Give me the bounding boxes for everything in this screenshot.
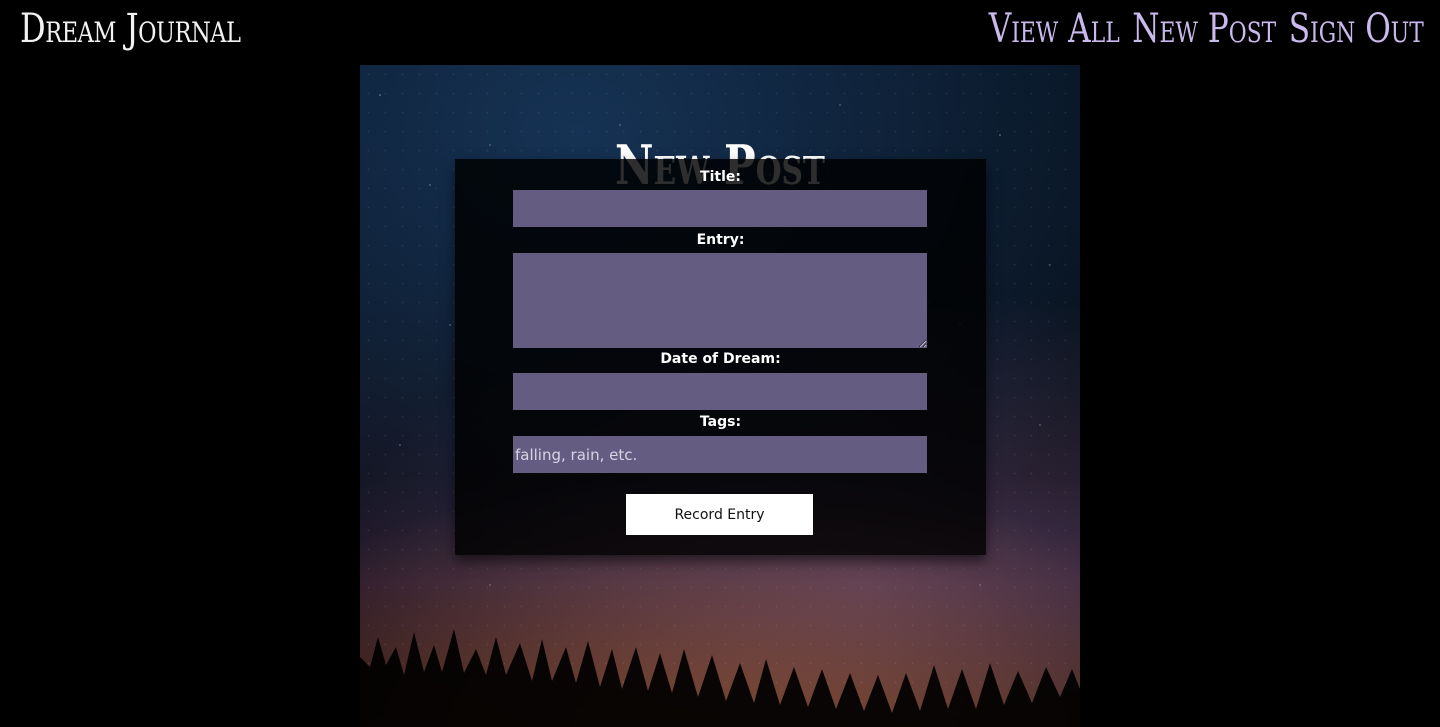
title-input[interactable] bbox=[513, 190, 927, 227]
new-post-form: Title: Entry: Date of Dream: Tags: Recor… bbox=[455, 159, 986, 555]
tags-input[interactable] bbox=[513, 436, 927, 473]
record-entry-button[interactable]: Record Entry bbox=[626, 494, 813, 535]
tree-silhouette bbox=[360, 629, 1080, 727]
date-input[interactable] bbox=[513, 373, 927, 410]
tags-label: Tags: bbox=[699, 414, 742, 430]
entry-label: Entry: bbox=[696, 232, 745, 248]
nav-links: View All New Post Sign Out bbox=[989, 6, 1424, 52]
date-label: Date of Dream: bbox=[660, 351, 781, 367]
starry-night-background: New Post Title: Entry: Date of Dream: Ta… bbox=[360, 65, 1080, 727]
nav-view-all[interactable]: View All bbox=[989, 6, 1120, 52]
top-navbar: Dream Journal View All New Post Sign Out bbox=[0, 0, 1440, 64]
title-label: Title: bbox=[700, 169, 741, 185]
app-brand[interactable]: Dream Journal bbox=[20, 6, 241, 52]
entry-textarea[interactable] bbox=[513, 253, 927, 348]
nav-sign-out[interactable]: Sign Out bbox=[1289, 6, 1424, 52]
nav-new-post[interactable]: New Post bbox=[1132, 6, 1276, 52]
